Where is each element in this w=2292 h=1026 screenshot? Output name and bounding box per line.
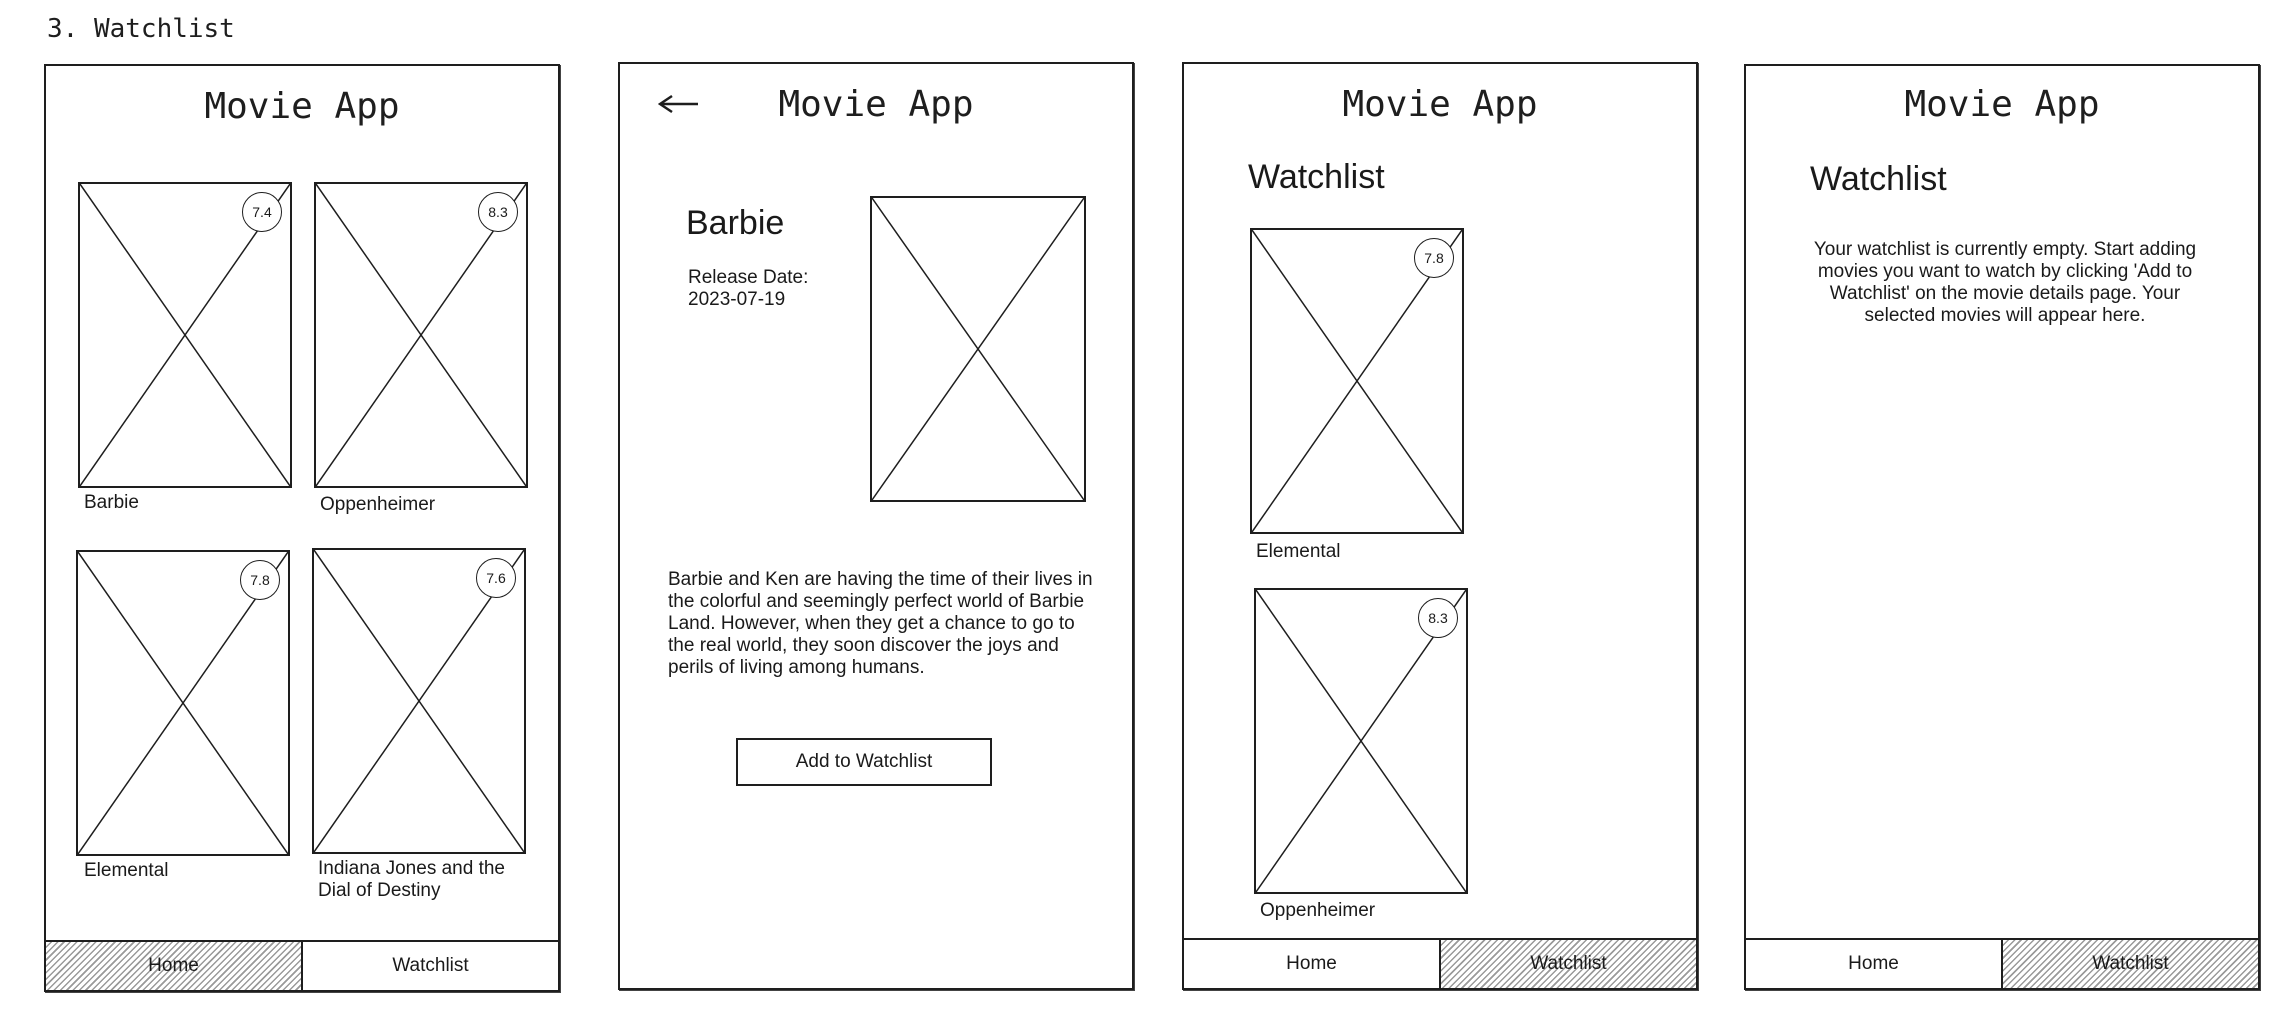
movie-poster-elemental[interactable]: 7.8 — [76, 550, 290, 856]
bottom-nav: Home Watchlist — [46, 940, 558, 990]
release-date-value: 2023-07-19 — [688, 289, 786, 310]
empty-watchlist-screen: Movie App Watchlist Your watchlist is cu… — [1744, 64, 2260, 990]
movie-poster-oppenheimer[interactable]: 8.3 — [314, 182, 528, 488]
nav-tab-home[interactable]: Home — [46, 942, 301, 990]
app-title: Movie App — [778, 84, 974, 125]
nav-tab-watchlist[interactable]: Watchlist — [2001, 940, 2258, 988]
movie-poster-elemental[interactable]: 7.8 — [1250, 228, 1464, 534]
movie-poster — [870, 196, 1086, 502]
movie-title-label: Oppenheimer — [1260, 900, 1376, 921]
details-screen: Movie App Barbie Release Date: 2023-07-1… — [618, 62, 1134, 990]
section-title: 3. Watchlist — [47, 14, 235, 44]
movie-title: Barbie — [686, 204, 785, 242]
bottom-nav: Home Watchlist — [1184, 938, 1696, 988]
nav-tab-home[interactable]: Home — [1184, 940, 1439, 988]
nav-tab-watchlist[interactable]: Watchlist — [1439, 940, 1696, 988]
movie-title-label: Barbie — [84, 492, 139, 513]
movie-title-label: Oppenheimer — [320, 494, 436, 515]
bottom-nav: Home Watchlist — [1746, 938, 2258, 988]
app-title: Movie App — [1342, 84, 1538, 125]
app-title: Movie App — [1904, 84, 2100, 125]
rating-badge: 8.3 — [1418, 598, 1458, 638]
movie-title-label: Elemental — [84, 860, 169, 881]
add-to-watchlist-button[interactable]: Add to Watchlist — [736, 738, 992, 786]
release-date-label: Release Date: — [688, 267, 809, 288]
watchlist-screen: Movie App Watchlist 7.8 Elemental 8.3 Op… — [1182, 62, 1698, 990]
rating-badge: 8.3 — [478, 192, 518, 232]
empty-state-message: Your watchlist is currently empty. Start… — [1813, 239, 2197, 326]
movie-description: Barbie and Ken are having the time of th… — [668, 569, 1093, 678]
image-placeholder-icon — [872, 198, 1084, 500]
nav-tab-watchlist[interactable]: Watchlist — [301, 942, 558, 990]
page-heading: Watchlist — [1248, 158, 1385, 196]
page-heading: Watchlist — [1810, 160, 1947, 198]
movie-poster-barbie[interactable]: 7.4 — [78, 182, 292, 488]
rating-badge: 7.8 — [240, 560, 280, 600]
nav-tab-home[interactable]: Home — [1746, 940, 2001, 988]
home-screen: Movie App 7.4 Barbie 8.3 Oppenheimer 7.8… — [44, 64, 560, 992]
rating-badge: 7.6 — [476, 558, 516, 598]
rating-badge: 7.8 — [1414, 238, 1454, 278]
movie-title-label: Indiana Jones and the Dial of Destiny — [318, 858, 505, 901]
rating-badge: 7.4 — [242, 192, 282, 232]
movie-title-label: Elemental — [1256, 541, 1341, 562]
movie-poster-oppenheimer[interactable]: 8.3 — [1254, 588, 1468, 894]
movie-poster-indiana-jones[interactable]: 7.6 — [312, 548, 526, 854]
app-title: Movie App — [204, 86, 400, 127]
